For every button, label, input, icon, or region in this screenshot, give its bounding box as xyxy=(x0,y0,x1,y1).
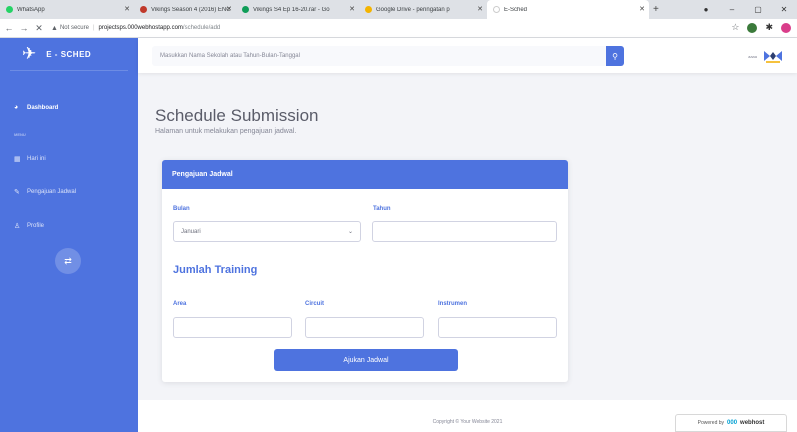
sidebar-item-label: Pengajuan Jadwal xyxy=(27,189,77,195)
tab-title: E-Sched xyxy=(504,6,528,13)
browser-tabstrip: WhatsApp ✕ Vikings Season 4 (2016) ENG ✕… xyxy=(0,0,797,19)
table-icon: ▦ xyxy=(14,156,21,163)
sidebar: ✈ E - SCHED ◕ Dashboard MENU ▦ Hari ini … xyxy=(0,38,138,432)
close-icon[interactable]: ✕ xyxy=(477,5,483,13)
url-path: /schedule/add xyxy=(182,25,221,31)
sidebar-item-pengajuan[interactable]: ✎ Pengajuan Jadwal xyxy=(0,188,76,196)
extension-icon[interactable] xyxy=(747,22,758,33)
profile-icon[interactable] xyxy=(781,22,791,33)
instrumen-input[interactable] xyxy=(438,317,557,338)
star-icon[interactable]: ☆ xyxy=(731,22,739,33)
close-icon[interactable]: ✕ xyxy=(226,5,232,13)
ajukan-jadwal-button[interactable]: Ajukan Jadwal xyxy=(274,349,458,371)
sidebar-brand[interactable]: ✈ E - SCHED xyxy=(0,38,138,70)
pencil-icon: ✎ xyxy=(14,189,20,196)
close-icon[interactable]: ✕ xyxy=(124,5,130,13)
page-favicon-icon xyxy=(493,6,500,13)
instrumen-label: Instrumen xyxy=(438,301,468,307)
submit-label: Ajukan Jadwal xyxy=(343,356,389,364)
user-name: aaaa xyxy=(748,53,757,59)
search-button[interactable]: ⚲ xyxy=(606,46,624,66)
window-controls: ● – ▢ ✕ xyxy=(693,0,797,19)
avatar xyxy=(764,51,782,63)
area-label: Area xyxy=(173,301,187,307)
maximize-icon[interactable]: ▢ xyxy=(745,5,771,14)
sidebar-divider xyxy=(10,70,128,71)
url-host: projectsps.000webhostapp.com xyxy=(98,25,183,31)
search-placeholder: Masukkan Nama Sekolah atau Tahun-Bulan-T… xyxy=(160,53,300,59)
circuit-input[interactable] xyxy=(305,317,424,338)
close-icon[interactable]: ✕ xyxy=(349,5,355,13)
close-window-icon[interactable]: ✕ xyxy=(771,5,797,14)
brand-name: E - SCHED xyxy=(46,49,92,59)
google-drive-icon xyxy=(242,6,249,13)
card-title: Pengajuan Jadwal xyxy=(172,171,233,178)
page-title: Schedule Submission xyxy=(155,106,319,125)
search-icon: ⚲ xyxy=(612,51,618,61)
record-icon[interactable]: ● xyxy=(693,5,719,14)
tab-whatsapp[interactable]: WhatsApp ✕ xyxy=(0,0,134,19)
tab-title: Vikings Season 4 (2016) ENG xyxy=(151,6,230,13)
sidebar-item-profile[interactable]: ♙ Profile xyxy=(0,222,44,230)
user-menu[interactable]: aaaa xyxy=(748,49,783,63)
url-divider: | xyxy=(92,25,95,31)
arrows-icon: ⇄ xyxy=(64,255,72,266)
plane-icon: ✈ xyxy=(22,44,37,63)
chevron-down-icon: ⌄ xyxy=(347,229,353,235)
tab-google-drive[interactable]: Google Drive - peringatan p ✕ xyxy=(359,0,487,19)
sidebar-item-label: Hari ini xyxy=(27,156,46,162)
new-tab-icon[interactable]: + xyxy=(653,4,659,15)
close-icon[interactable]: ✕ xyxy=(639,5,645,13)
forward-icon[interactable]: → xyxy=(18,23,30,33)
bulan-select[interactable]: Januari ⌄ xyxy=(173,221,361,242)
stop-icon[interactable]: ✕ xyxy=(33,23,45,34)
puzzle-icon[interactable]: ✱ xyxy=(765,22,773,33)
page-subtitle: Halaman untuk melakukan pengajuan jadwal… xyxy=(155,128,297,135)
sidebar-heading: MENU xyxy=(14,132,26,137)
whatsapp-icon xyxy=(6,6,13,13)
topbar: Masukkan Nama Sekolah atau Tahun-Bulan-T… xyxy=(138,38,797,73)
host-brand-number: 000 xyxy=(727,420,738,426)
back-icon[interactable]: ← xyxy=(3,23,15,33)
area-input[interactable] xyxy=(173,317,292,338)
sidebar-item-label: Profile xyxy=(27,223,45,229)
tab-title: Vikings S4 Ep 16-20.rar - Go xyxy=(253,6,330,13)
security-label[interactable]: Not secure xyxy=(60,25,89,31)
google-drive-icon xyxy=(365,6,372,13)
url-field[interactable]: ▲ Not secure | projectsps.000webhostapp.… xyxy=(51,25,220,32)
tab-vikings-season[interactable]: Vikings Season 4 (2016) ENG ✕ xyxy=(134,0,236,19)
sidebar-item-dashboard[interactable]: ◕ Dashboard xyxy=(0,104,58,111)
warning-icon: ▲ xyxy=(51,24,58,32)
toolbar-extensions: ☆ ✱ xyxy=(731,22,791,33)
tahun-input[interactable] xyxy=(372,221,557,242)
jumlah-training-heading: Jumlah Training xyxy=(173,264,258,276)
address-bar: ← → ✕ ▲ Not secure | projectsps.000webho… xyxy=(0,19,797,38)
bulan-label: Bulan xyxy=(173,206,190,212)
tab-esched[interactable]: E-Sched ✕ xyxy=(487,0,649,19)
tab-vikings-drive[interactable]: Vikings S4 Ep 16-20.rar - Go ✕ xyxy=(236,0,359,19)
site-favicon-icon xyxy=(140,6,147,13)
dashboard-icon: ◕ xyxy=(14,104,19,111)
tab-title: WhatsApp xyxy=(17,6,45,13)
sidebar-item-label: Dashboard xyxy=(27,104,59,111)
sidebar-item-hari-ini[interactable]: ▦ Hari ini xyxy=(0,155,46,163)
powered-by-badge[interactable]: Powered by 000 webhost xyxy=(675,414,787,432)
minimize-icon[interactable]: – xyxy=(719,5,745,14)
tab-title: Google Drive - peringatan p xyxy=(376,6,450,13)
bulan-selected-value: Januari xyxy=(181,228,201,235)
user-icon: ♙ xyxy=(14,223,21,230)
tahun-label: Tahun xyxy=(373,206,391,212)
sidebar-toggle-button[interactable]: ⇄ xyxy=(55,248,81,274)
card-header: Pengajuan Jadwal xyxy=(162,160,568,189)
schedule-form-card: Pengajuan Jadwal Bulan Januari ⌄ Tahun J… xyxy=(162,160,568,382)
search-input[interactable]: Masukkan Nama Sekolah atau Tahun-Bulan-T… xyxy=(152,46,620,66)
circuit-label: Circuit xyxy=(305,301,325,307)
powered-by-label: Powered by xyxy=(697,420,725,426)
host-brand-name: webhost xyxy=(740,420,765,426)
